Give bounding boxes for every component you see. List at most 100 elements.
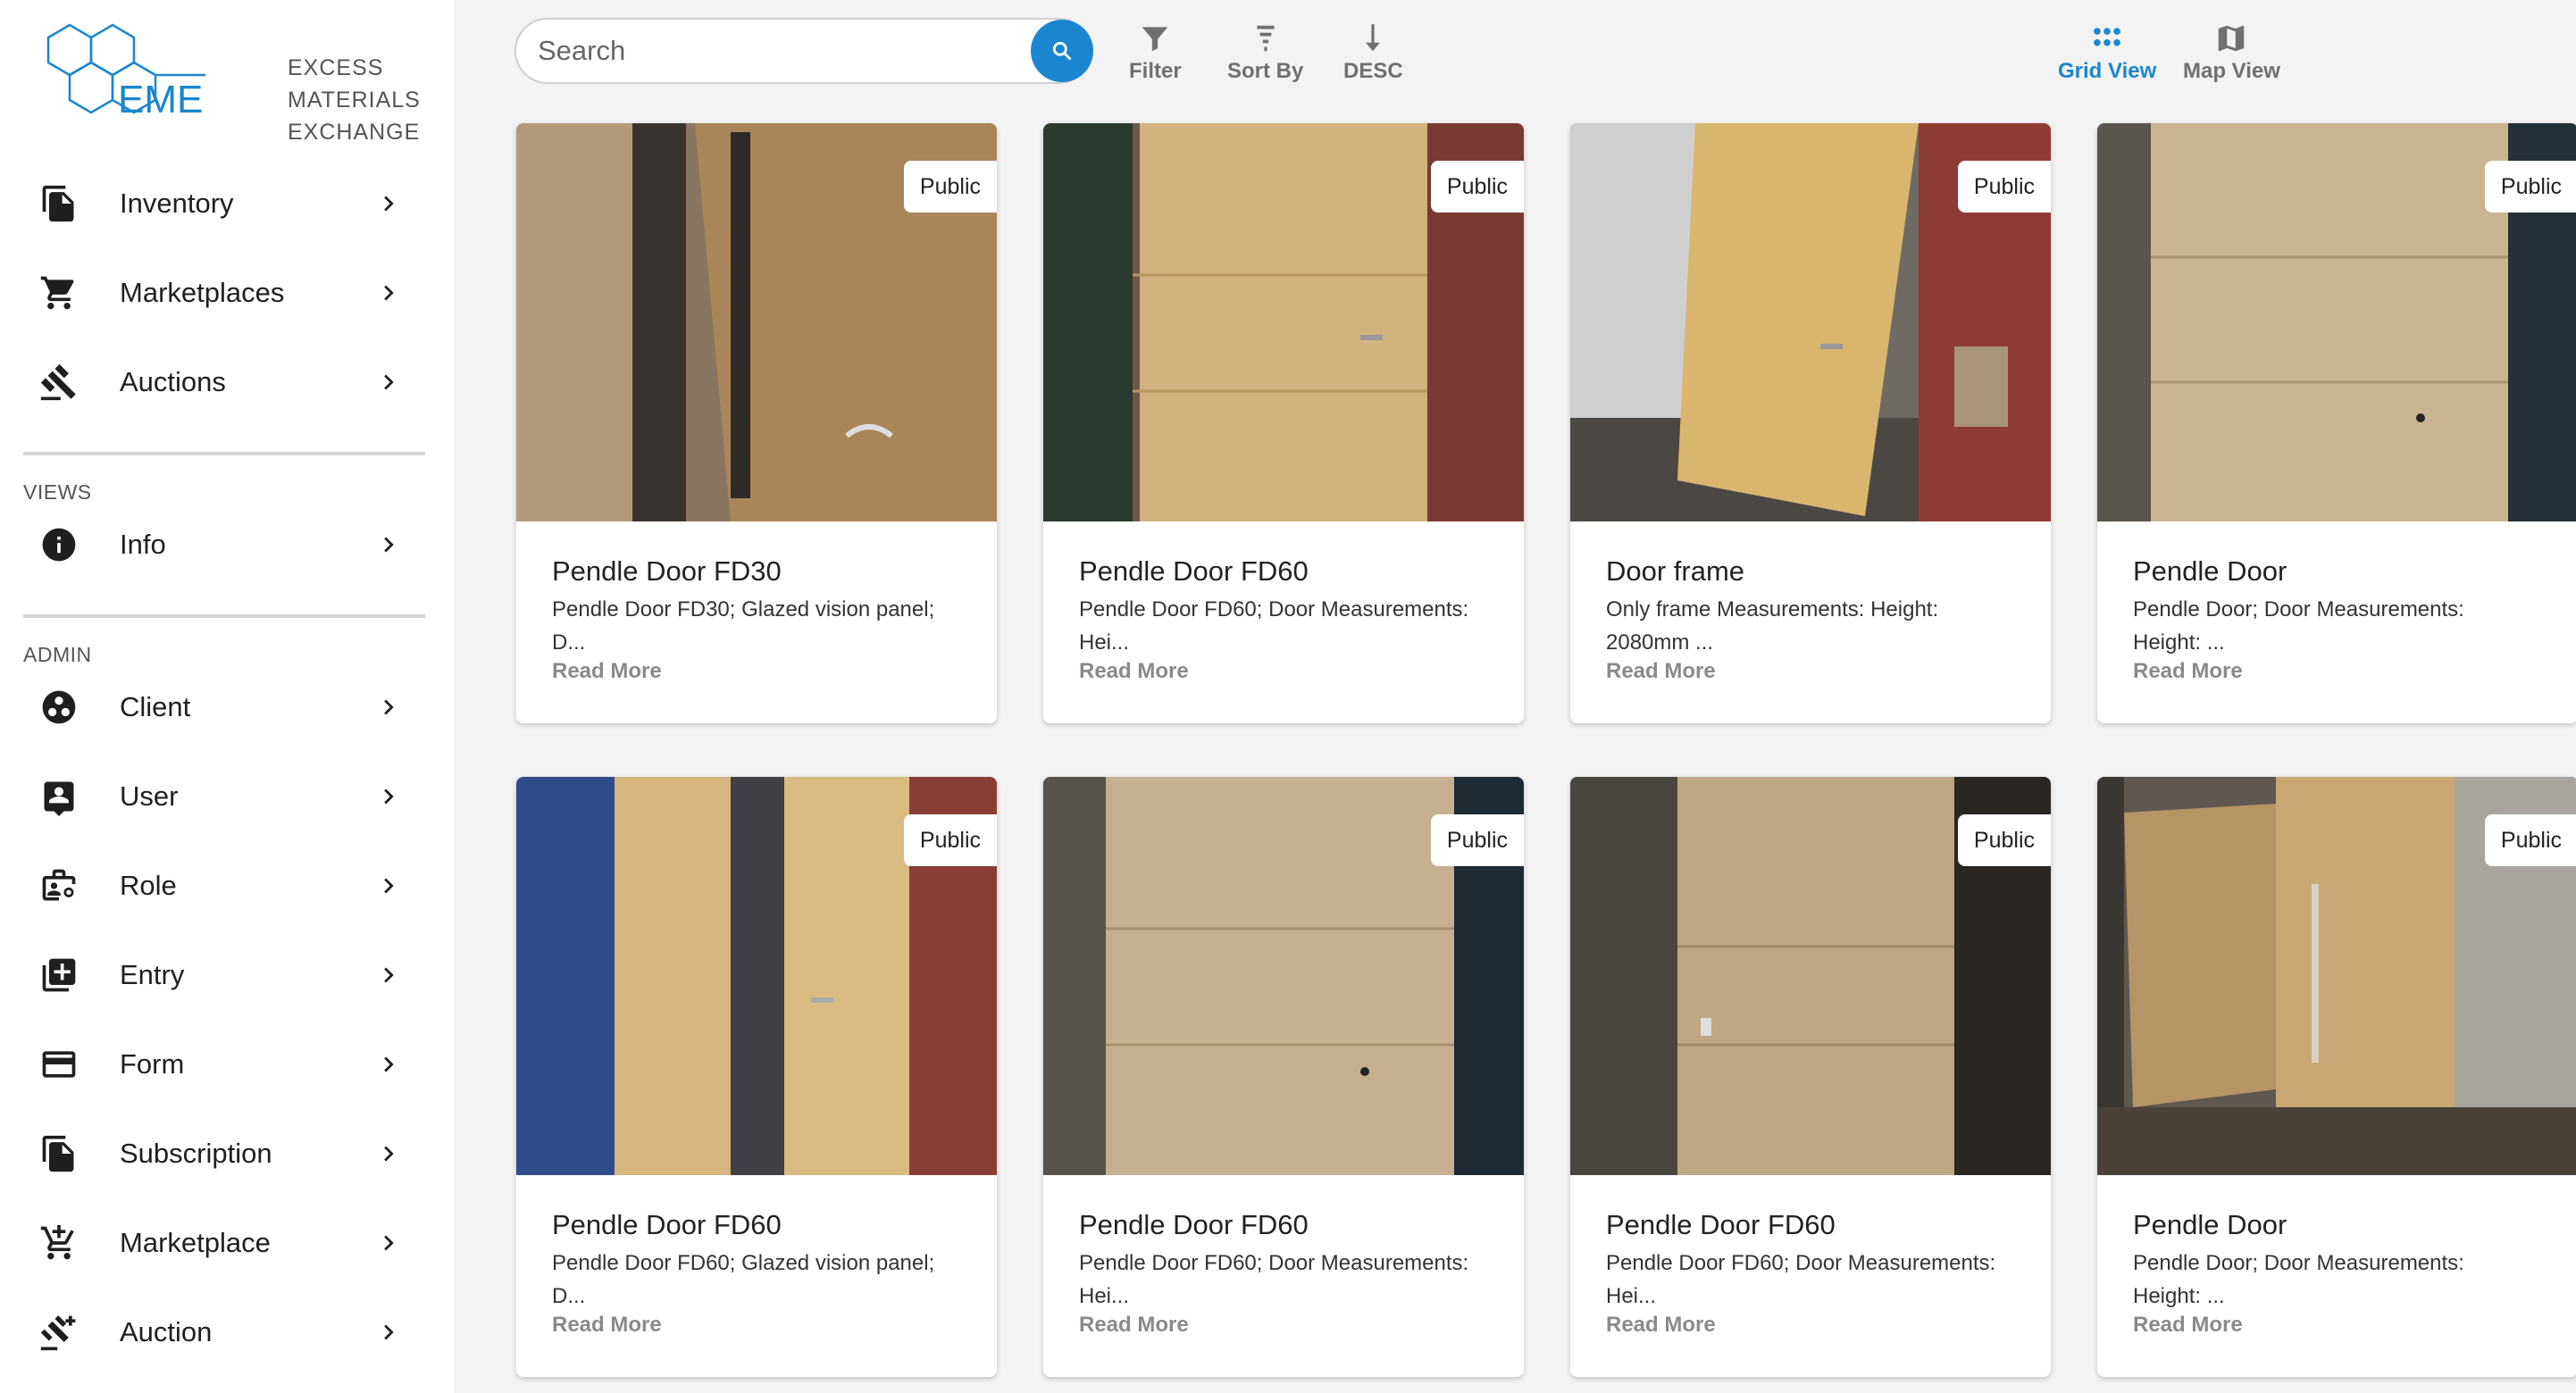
nav-item-form[interactable]: Form — [0, 1033, 429, 1096]
auction-icon — [39, 1313, 79, 1352]
sort-order-button[interactable]: DESC — [1343, 21, 1403, 84]
read-more-link[interactable]: Read More — [1606, 1313, 1716, 1338]
listing-description: Only frame Measurements: Height: 2080mm … — [1606, 593, 2026, 659]
nav-item-marketplaces[interactable]: Marketplaces — [0, 262, 429, 324]
public-badge: Public — [1430, 161, 1524, 213]
search-button[interactable] — [1031, 20, 1093, 82]
listing-title: Door frame — [1606, 555, 1745, 587]
nav-label-auction: Auction — [120, 1316, 213, 1347]
sort-icon — [1257, 25, 1275, 52]
filter-label: Filter — [1129, 59, 1182, 83]
nav-label-entry: Entry — [120, 959, 185, 990]
subscription-icon — [39, 1134, 79, 1173]
description-line: D... — [552, 1284, 586, 1308]
chevron-right-icon — [373, 692, 404, 722]
role-icon — [39, 866, 79, 905]
hexagon-logo-icon: EME — [46, 23, 205, 121]
read-more-link[interactable]: Read More — [2133, 659, 2243, 684]
public-badge: Public — [1430, 814, 1524, 866]
sidebar-divider — [23, 614, 425, 618]
public-badge: Public — [2484, 161, 2576, 213]
nav-label-inventory: Inventory — [120, 188, 234, 219]
listing-description: Pendle Door FD60; Glazed vision panel; D… — [552, 1247, 972, 1313]
nav-item-auctions[interactable]: Auctions — [0, 351, 429, 413]
description-line: Height: ... — [2133, 1284, 2225, 1308]
listing-title: Pendle Door FD60 — [552, 1209, 782, 1240]
chevron-right-icon — [373, 188, 404, 219]
nav-label-auctions: Auctions — [120, 366, 226, 397]
description-line: Hei... — [1606, 1284, 1657, 1308]
nav-item-client[interactable]: Client — [0, 676, 429, 738]
listing-title: Pendle Door FD30 — [552, 555, 782, 587]
nav-item-inventory[interactable]: Inventory — [0, 172, 429, 235]
search-box — [514, 18, 1091, 84]
section-label-views: VIEWS — [23, 480, 92, 504]
listing-card[interactable]: Public Pendle Door FD60 Pendle Door FD60… — [516, 777, 997, 1377]
grid-view-label: Grid View — [2058, 59, 2157, 83]
sort-by-button[interactable]: Sort By — [1227, 21, 1303, 84]
logo-line-2: MATERIALS — [288, 88, 421, 113]
search-input[interactable] — [538, 29, 1002, 73]
listing-description: Pendle Door; Door Measurements: Height: … — [2133, 593, 2553, 659]
description-line: Hei... — [1079, 1284, 1130, 1308]
public-badge: Public — [2484, 814, 2576, 866]
nav-label-user: User — [120, 780, 179, 812]
description-line: Pendle Door FD60; Door Measurements: — [1079, 1251, 1469, 1275]
listing-title: Pendle Door FD60 — [1079, 1209, 1309, 1240]
chevron-right-icon — [373, 278, 404, 308]
listing-title: Pendle Door — [2133, 555, 2287, 587]
nav-item-role[interactable]: Role — [0, 855, 429, 917]
listing-description: Pendle Door FD30; Glazed vision panel; D… — [552, 593, 972, 659]
listing-card[interactable]: Public Pendle Door Pendle Door; Door Mea… — [2097, 123, 2576, 723]
sidebar: EME EXCESS MATERIALS EXCHANGE Inventory … — [0, 0, 454, 1393]
read-more-link[interactable]: Read More — [1079, 1313, 1189, 1338]
map-view-button[interactable]: Map View — [2183, 21, 2280, 84]
nav-item-marketplace[interactable]: Marketplace — [0, 1212, 429, 1274]
listing-card[interactable]: Public Pendle Door FD60 Pendle Door FD60… — [1570, 777, 2051, 1377]
description-line: 2080mm ... — [1606, 630, 1714, 655]
chevron-right-icon — [373, 530, 404, 560]
nav-label-marketplace: Marketplace — [120, 1227, 271, 1258]
nav-item-auction[interactable]: Auction — [0, 1301, 429, 1364]
listing-card[interactable]: Public Pendle Door FD60 Pendle Door FD60… — [1043, 123, 1524, 723]
logo-wordmark: EXCESS MATERIALS EXCHANGE — [288, 52, 421, 148]
description-line: Pendle Door FD60; Door Measurements: — [1606, 1251, 1996, 1275]
read-more-link[interactable]: Read More — [2133, 1313, 2243, 1338]
chevron-right-icon — [373, 781, 404, 812]
nav-label-info: Info — [120, 529, 166, 560]
sort-order-label: DESC — [1343, 59, 1403, 83]
info-icon — [39, 525, 79, 564]
read-more-link[interactable]: Read More — [552, 659, 662, 684]
description-line: D... — [552, 630, 586, 655]
arrow-down-icon — [1366, 24, 1381, 52]
public-badge: Public — [903, 814, 997, 866]
logo-line-1: EXCESS — [288, 55, 384, 80]
chevron-right-icon — [373, 960, 404, 990]
map-view-label: Map View — [2183, 59, 2280, 83]
read-more-link[interactable]: Read More — [1079, 659, 1189, 684]
logo-line-3: EXCHANGE — [288, 120, 421, 145]
listing-title: Pendle Door — [2133, 1209, 2287, 1240]
eme-logo[interactable]: EME EXCESS MATERIALS EXCHANGE — [45, 23, 420, 145]
grid-view-button[interactable]: Grid View — [2058, 21, 2156, 84]
nav-label-subscription: Subscription — [120, 1138, 272, 1169]
listing-title: Pendle Door FD60 — [1606, 1209, 1836, 1240]
nav-item-entry[interactable]: Entry — [0, 944, 429, 1006]
read-more-link[interactable]: Read More — [1606, 659, 1716, 684]
public-badge: Public — [903, 161, 997, 213]
filter-button[interactable]: Filter — [1129, 21, 1182, 84]
nav-label-role: Role — [120, 870, 177, 901]
nav-item-subscription[interactable]: Subscription — [0, 1122, 429, 1185]
read-more-link[interactable]: Read More — [552, 1313, 662, 1338]
listing-card[interactable]: Public Pendle Door FD30 Pendle Door FD30… — [516, 123, 997, 723]
chevron-right-icon — [373, 1317, 404, 1347]
listing-title: Pendle Door FD60 — [1079, 555, 1309, 587]
search-icon — [1052, 41, 1072, 61]
listing-card[interactable]: Public Door frame Only frame Measurement… — [1570, 123, 2051, 723]
listing-card[interactable]: Public Pendle Door Pendle Door; Door Mea… — [2097, 777, 2576, 1377]
nav-item-info[interactable]: Info — [0, 513, 429, 576]
listing-description: Pendle Door; Door Measurements: Height: … — [2133, 1247, 2553, 1313]
nav-item-user[interactable]: User — [0, 765, 429, 828]
description-line: Pendle Door; Door Measurements: — [2133, 597, 2464, 621]
listing-card[interactable]: Public Pendle Door FD60 Pendle Door FD60… — [1043, 777, 1524, 1377]
